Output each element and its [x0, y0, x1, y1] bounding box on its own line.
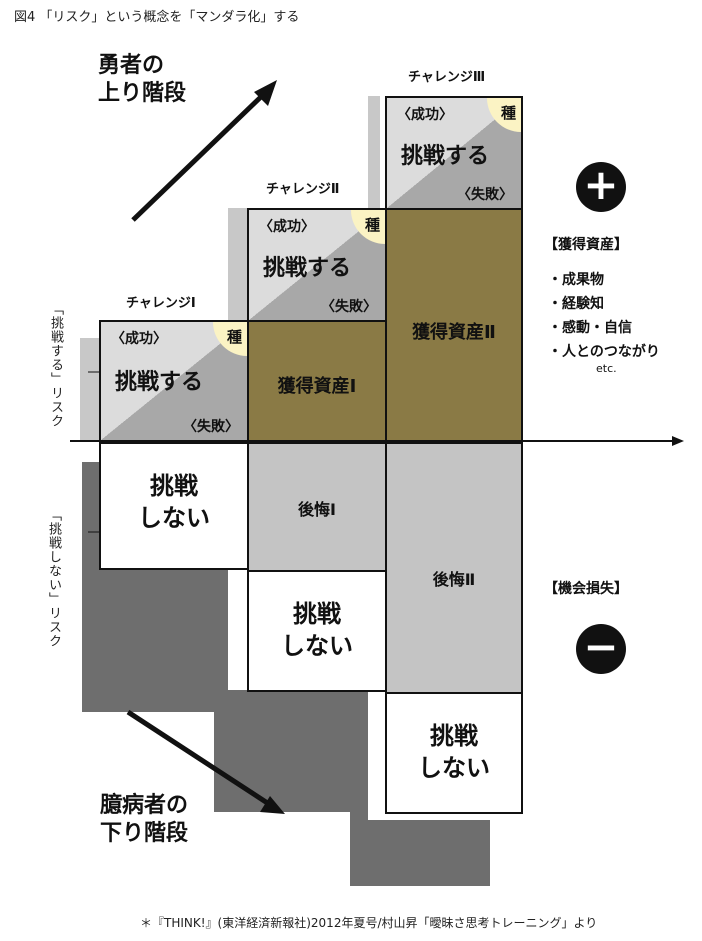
- no-challenge-box-3: 挑戦 しない: [385, 692, 523, 814]
- challenge-1-box: 種 〈成功〉 挑戦する 〈失敗〉: [99, 320, 249, 442]
- success-label: 〈成功〉: [397, 107, 453, 123]
- failure-label: 〈失敗〉: [183, 419, 239, 435]
- challenge-2-box: 種 〈成功〉 挑戦する 〈失敗〉: [247, 208, 387, 322]
- no-challenge-box-1: 挑戦 しない: [99, 442, 249, 570]
- seed-label: 種: [487, 98, 521, 132]
- failure-label: 〈失敗〉: [457, 187, 513, 203]
- asset-1-label: 獲得資産Ⅰ: [277, 376, 357, 397]
- axis-arrow-head: [672, 436, 684, 446]
- failure-label: 〈失敗〉: [321, 299, 377, 315]
- no-challenge-box-2: 挑戦 しない: [247, 570, 387, 692]
- challenge-action: 挑戦する: [263, 256, 352, 281]
- source-citation: ＊『THINK!』(東洋経済新報社)2012年夏号/村山昇「曖昧さ思考トレーニン…: [140, 916, 598, 930]
- challenge-2-title: チャレンジⅡ: [266, 182, 340, 197]
- regret-2-label: 後悔Ⅱ: [432, 570, 476, 589]
- minus-icon: −: [576, 624, 626, 674]
- challenge-3-box: 種 〈成功〉 挑戦する 〈失敗〉: [385, 96, 523, 210]
- asset-list: ・成果物 ・経験知 ・感動・自信 ・人とのつながり: [548, 268, 660, 364]
- challenge-risk-label: 「挑戦する」リスク: [48, 302, 63, 428]
- coward-staircase-label: 臆病者の 下り階段: [100, 793, 189, 846]
- etc-label: etc.: [596, 362, 617, 375]
- hero-staircase-label: 勇者の 上り階段: [98, 53, 187, 106]
- seed-label: 種: [351, 210, 385, 244]
- list-item: ・成果物: [548, 272, 604, 288]
- list-item: ・感動・自信: [548, 320, 632, 336]
- asset-1-box: 獲得資産Ⅰ: [247, 320, 387, 442]
- plus-icon: +: [576, 162, 626, 212]
- success-label: 〈成功〉: [111, 331, 167, 347]
- challenge-1-title: チャレンジⅠ: [126, 296, 196, 311]
- no-challenge-risk-label: 「挑戦しない」リスク: [46, 508, 61, 648]
- regret-1-label: 後悔Ⅰ: [298, 500, 336, 519]
- regret-2-box: 後悔Ⅱ: [385, 442, 523, 694]
- list-item: ・経験知: [548, 296, 604, 312]
- list-item: ・人とのつながり: [548, 344, 660, 360]
- up-arrow-line: [131, 90, 268, 222]
- challenge-action: 挑戦する: [115, 370, 204, 395]
- loss-heading: 【機会損失】: [544, 581, 628, 597]
- asset-2-box: 獲得資産Ⅱ: [385, 208, 523, 442]
- asset-2-label: 獲得資産Ⅱ: [412, 322, 496, 343]
- asset-heading: 【獲得資産】: [544, 237, 628, 253]
- success-label: 〈成功〉: [259, 219, 315, 235]
- regret-1-box: 後悔Ⅰ: [247, 442, 387, 572]
- challenge-3-title: チャレンジⅢ: [408, 70, 486, 85]
- challenge-action: 挑戦する: [401, 144, 490, 169]
- seed-label: 種: [213, 322, 247, 356]
